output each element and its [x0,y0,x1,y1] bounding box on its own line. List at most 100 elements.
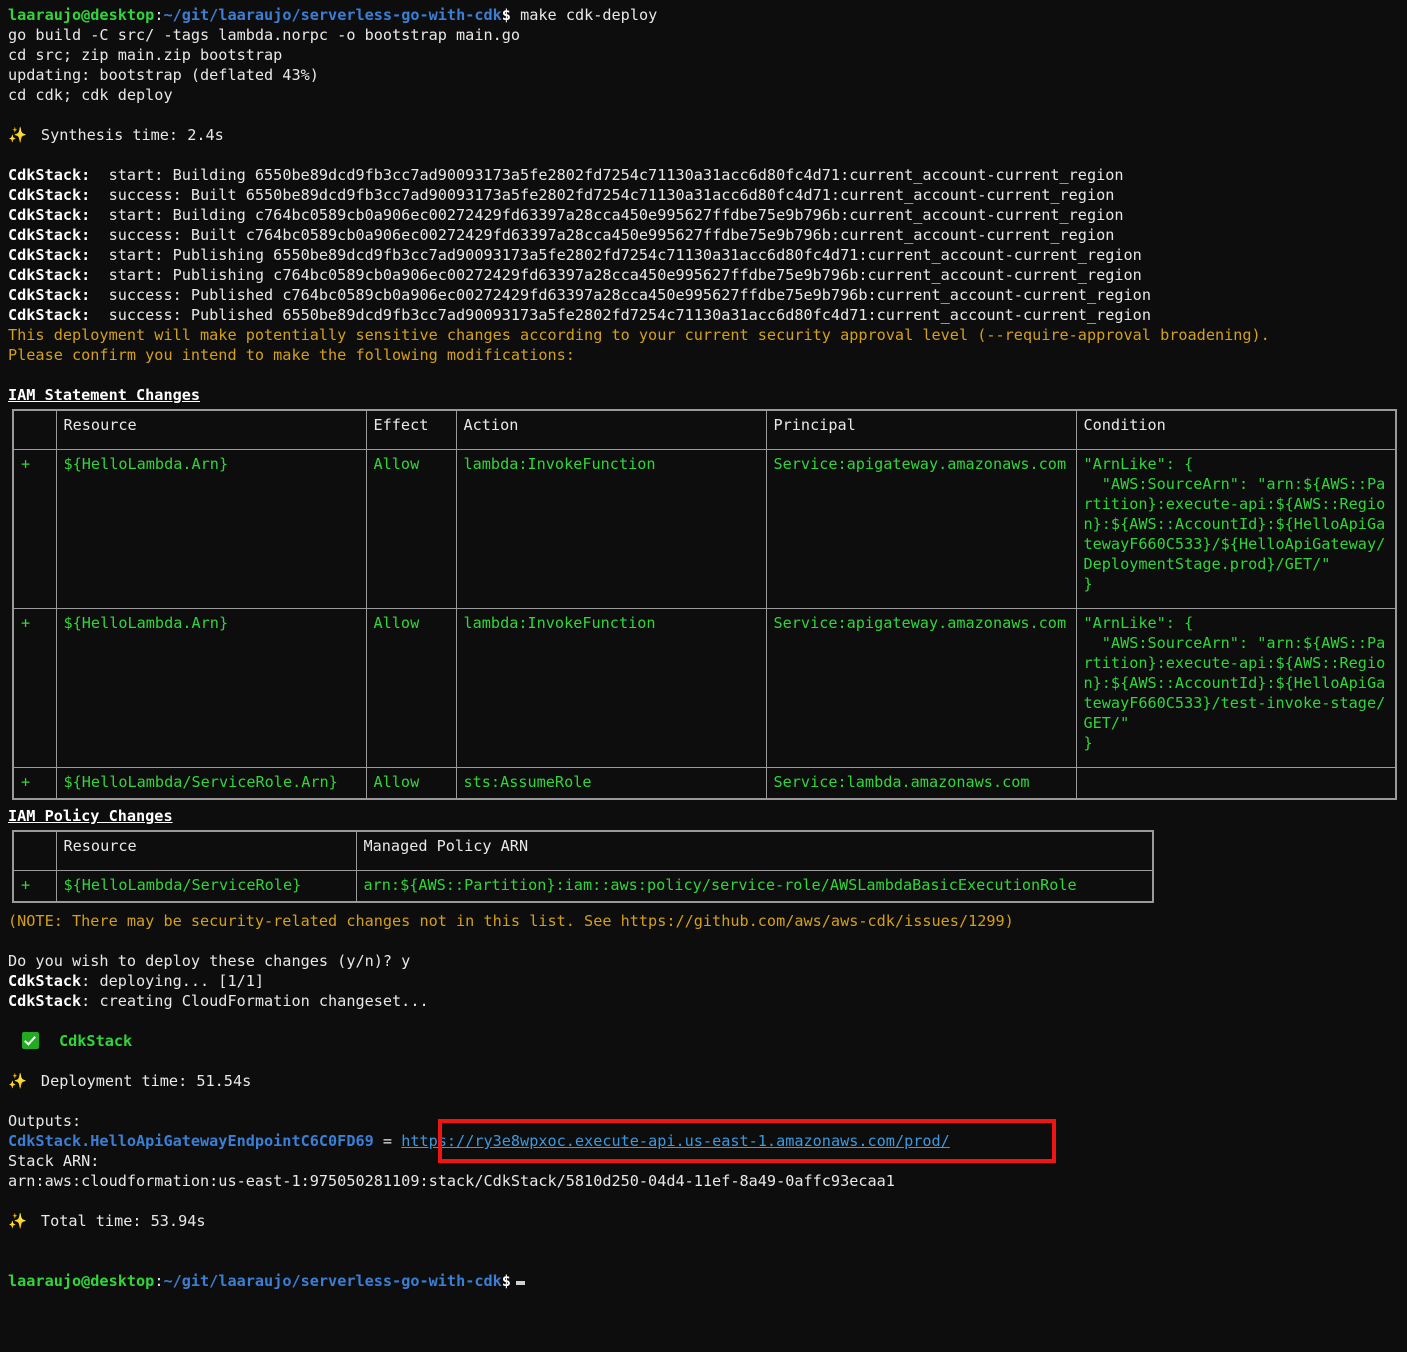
asset-text: start: Building c764bc0589cb0a906ec00272… [90,206,1124,224]
outputs-endpoint-line: CdkStack.HelloApiGatewayEndpointC6C0FD69… [8,1119,1399,1163]
deploy-status-line: CdkStack: creating CloudFormation change… [8,991,1399,1011]
table-header-row: Resource Effect Action Principal Conditi… [12,409,1397,450]
build-line-2: updating: bootstrap (deflated 43%) [8,66,319,84]
table-row: + ${HelloLambda/ServiceRole.Arn} Allow s… [12,767,1397,800]
column-header-change [12,409,57,450]
cell-resource: ${HelloLambda.Arn} [55,449,367,609]
output-equals: = [373,1132,402,1150]
terminal-window: laaraujo@desktop:~/git/laaraujo/serverle… [0,0,1399,1291]
api-endpoint-url[interactable]: https://ry3e8wpxoc.execute-api.us-east-1… [401,1132,950,1150]
prompt-user-host: laaraujo@desktop [8,1272,155,1290]
output-key: CdkStack.HelloApiGatewayEndpointC6C0FD69 [8,1132,374,1150]
asset-line: CdkStack: start: Building c764bc0589cb0a… [8,205,1399,225]
stack-arn-label: Stack ARN: [8,1152,100,1170]
stack-prefix: CdkStack: [8,166,91,184]
prompt-path: ~/git/laaraujo/serverless-go-with-cdk [163,6,502,24]
sparkles-icon: ✨ [8,1072,27,1090]
deploy-success-line: CdkStack [8,1031,1399,1051]
asset-text: success: Published 6550be89dcd9fb3cc7ad9… [90,306,1151,324]
deployed-stack-name: CdkStack [59,1032,133,1050]
approval-warning-line-1: This deployment will make potentially se… [8,326,1270,344]
sparkles-icon: ✨ [8,126,27,144]
iam-statement-changes-table: Resource Effect Action Principal Conditi… [12,409,1397,800]
asset-line: CdkStack: start: Publishing 6550be89dcd9… [8,245,1399,265]
asset-line: CdkStack: success: Published 6550be89dcd… [8,305,1399,325]
cell-resource: ${HelloLambda/ServiceRole} [55,870,357,903]
deploy-status-text: : deploying... [1/1] [81,972,265,990]
stack-prefix: CdkStack: [8,286,91,304]
build-line-0: go build -C src/ -tags lambda.norpc -o b… [8,26,521,44]
cell-action: lambda:InvokeFunction [455,449,767,609]
deploy-confirm-prompt: Do you wish to deploy these changes (y/n… [8,952,411,970]
asset-line: CdkStack: success: Built c764bc0589cb0a9… [8,225,1399,245]
asset-text: success: Built 6550be89dcd9fb3cc7ad90093… [90,186,1115,204]
asset-text: start: Publishing c764bc0589cb0a906ec002… [90,266,1142,284]
column-header-principal: Principal [765,409,1077,450]
column-header-effect: Effect [365,409,457,450]
build-line-3: cd cdk; cdk deploy [8,86,173,104]
iam-statement-changes-heading: IAM Statement Changes [8,386,201,404]
column-header-managed-policy-arn: Managed Policy ARN [355,830,1154,871]
stack-prefix: CdkStack [8,972,82,990]
deployment-time-line: ✨ Deployment time: 51.54s [8,1071,1399,1091]
check-mark-button-icon [22,1032,39,1049]
asset-line: CdkStack: success: Built 6550be89dcd9fb3… [8,185,1399,205]
column-header-resource: Resource [55,830,357,871]
cell-change: + [12,767,57,800]
cell-resource: ${HelloLambda/ServiceRole.Arn} [55,767,367,800]
cell-change: + [12,449,57,609]
stack-prefix: CdkStack: [8,306,91,324]
cell-principal: Service:lambda.amazonaws.com [765,767,1077,800]
column-header-resource: Resource [55,409,367,450]
asset-line: CdkStack: success: Published c764bc0589c… [8,285,1399,305]
approval-warning-line-2: Please confirm you intend to make the fo… [8,346,575,364]
cell-action: lambda:InvokeFunction [455,608,767,768]
table-row: + ${HelloLambda/ServiceRole} arn:${AWS::… [12,870,1154,903]
stack-prefix: CdkStack: [8,226,91,244]
cell-change: + [12,608,57,768]
deploy-status-text: : creating CloudFormation changeset... [81,992,429,1010]
cell-principal: Service:apigateway.amazonaws.com [765,608,1077,768]
sparkles-icon: ✨ [8,1212,27,1230]
stack-prefix: CdkStack: [8,186,91,204]
synthesis-time-line: ✨ Synthesis time: 2.4s [8,125,1399,145]
deploy-status-line: CdkStack: deploying... [1/1] [8,971,1399,991]
security-note-line: (NOTE: There may be security-related cha… [8,912,1014,930]
cell-effect: Allow [365,767,457,800]
stack-prefix: CdkStack: [8,266,91,284]
column-header-change [12,830,57,871]
outputs-label: Outputs: [8,1112,82,1130]
table-row: + ${HelloLambda.Arn} Allow lambda:Invoke… [12,449,1397,609]
asset-text: success: Published c764bc0589cb0a906ec00… [90,286,1151,304]
cell-effect: Allow [365,449,457,609]
cell-condition: "ArnLike": { "AWS:SourceArn": "arn:${AWS… [1075,608,1397,768]
iam-policy-changes-heading: IAM Policy Changes [8,807,173,825]
column-header-condition: Condition [1075,409,1397,450]
final-prompt-line[interactable]: laaraujo@desktop:~/git/laaraujo/serverle… [8,1271,1399,1291]
command-prompt-line: laaraujo@desktop:~/git/laaraujo/serverle… [8,5,1399,25]
cell-managed-policy-arn: arn:${AWS::Partition}:iam::aws:policy/se… [355,870,1154,903]
cell-effect: Allow [365,608,457,768]
asset-line: CdkStack: start: Building 6550be89dcd9fb… [8,165,1399,185]
cell-action: sts:AssumeRole [455,767,767,800]
cell-condition [1075,767,1397,800]
prompt-user-host: laaraujo@desktop [8,6,155,24]
prompt-path: ~/git/laaraujo/serverless-go-with-cdk [163,1272,502,1290]
table-row: + ${HelloLambda.Arn} Allow lambda:Invoke… [12,608,1397,768]
stack-arn-value: arn:aws:cloudformation:us-east-1:9750502… [8,1172,895,1190]
cell-resource: ${HelloLambda.Arn} [55,608,367,768]
iam-policy-changes-table: Resource Managed Policy ARN + ${HelloLam… [12,830,1154,903]
stack-prefix: CdkStack: [8,246,91,264]
table-header-row: Resource Managed Policy ARN [12,830,1154,871]
terminal-cursor [515,1281,525,1285]
asset-line: CdkStack: start: Publishing c764bc0589cb… [8,265,1399,285]
